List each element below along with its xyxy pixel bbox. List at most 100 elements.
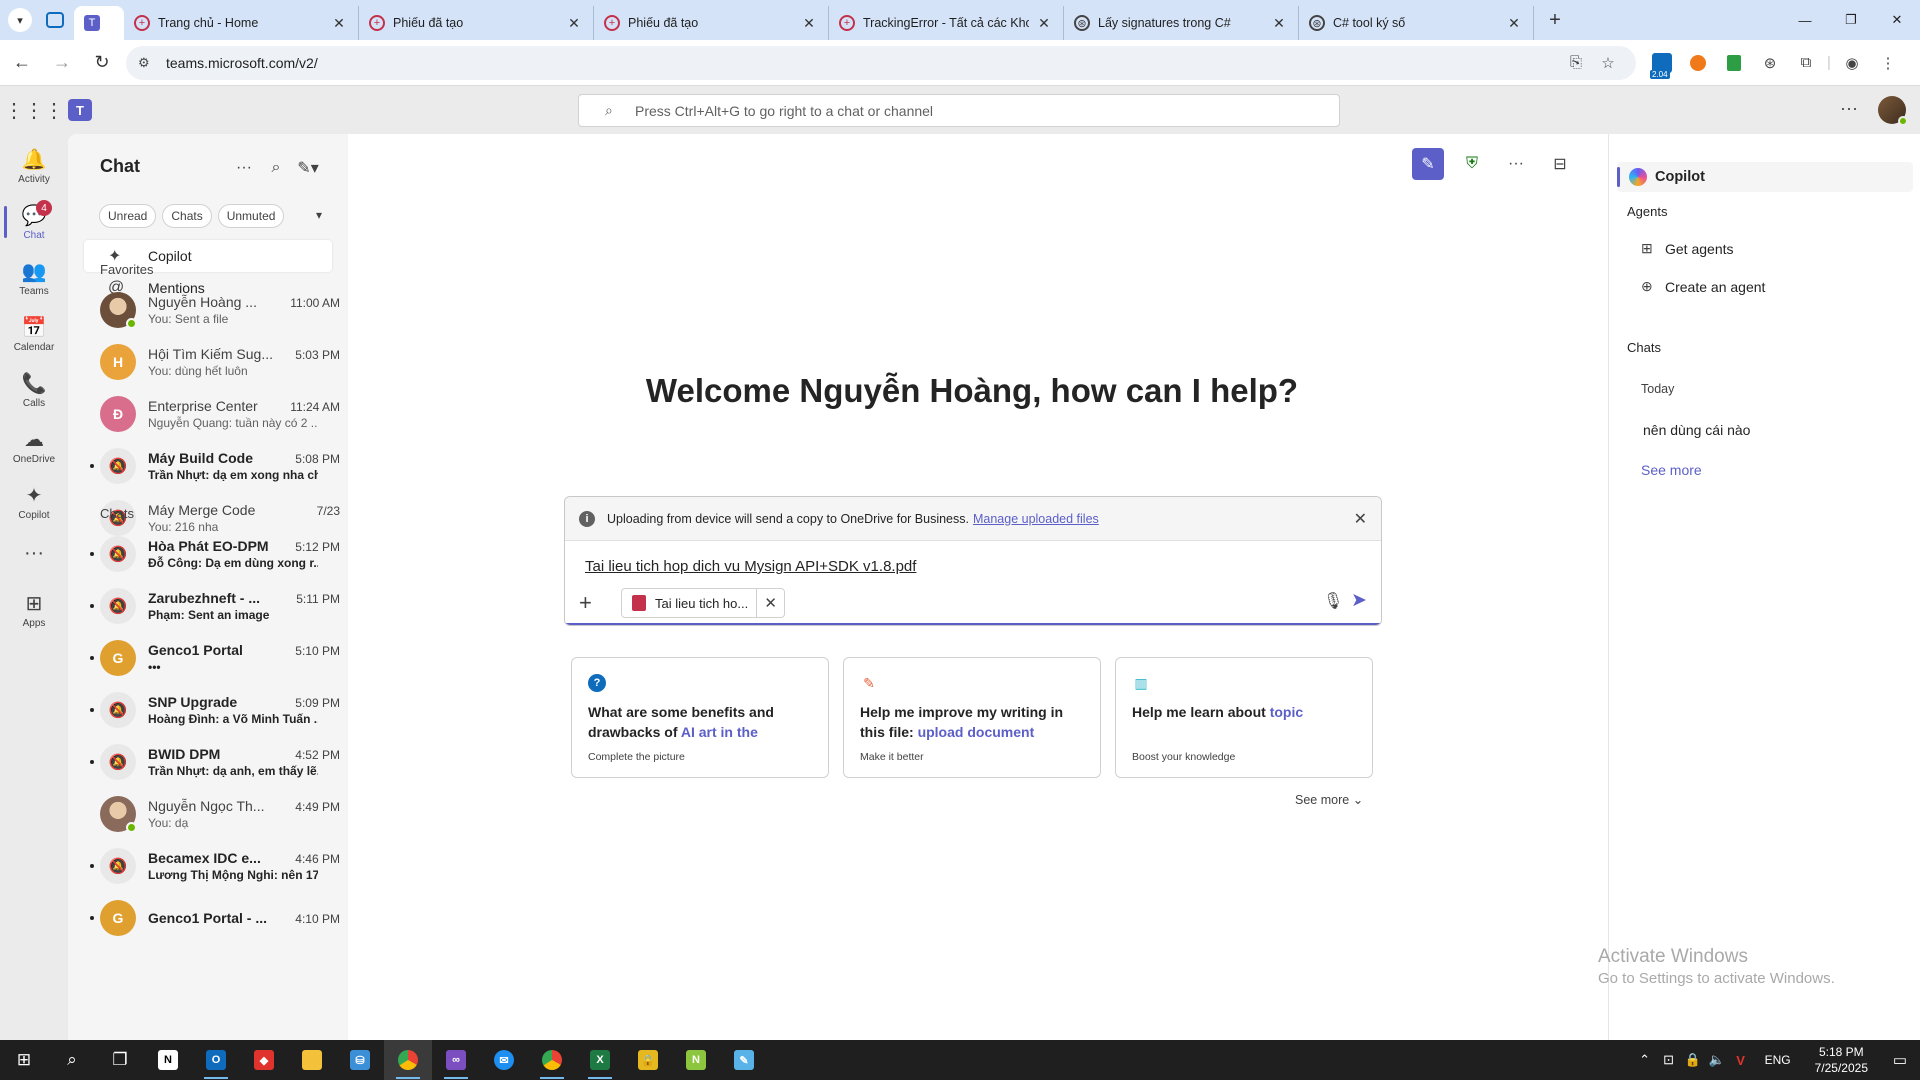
close-tab-icon[interactable]: ✕ (1505, 15, 1523, 32)
tab-teams-active[interactable]: T (74, 6, 124, 40)
rail-item-copilot[interactable]: ✦ Copilot (0, 474, 68, 530)
minimize-button[interactable]: — (1782, 0, 1828, 40)
chrome-profile-icon[interactable] (528, 1040, 576, 1080)
file-explorer-icon[interactable] (288, 1040, 336, 1080)
message-composer[interactable]: i Uploading from device will send a copy… (564, 496, 1382, 626)
profile-icon[interactable]: ◉ (1834, 45, 1870, 81)
draft-message-text[interactable]: Tai lieu tich hop dich vu Mysign API+SDK… (565, 541, 1381, 575)
shield-icon[interactable]: ⛨ (1456, 148, 1488, 180)
chat-list-item[interactable]: 🔕 Hòa Phát EO-DPM 5:12 PM Đỗ Công: Dạ em dù… (84, 528, 340, 580)
browser-tab[interactable]: + TrackingError - Tất cả các Khoản ✕ (829, 6, 1064, 40)
browser-tab[interactable]: ⊛ C# tool ký số ✕ (1299, 6, 1534, 40)
network-app-icon[interactable]: ⛁ (336, 1040, 384, 1080)
close-tab-icon[interactable]: ✕ (330, 15, 348, 32)
rail-item-chat[interactable]: 💬 Chat 4 (0, 194, 68, 250)
user-avatar[interactable] (1878, 96, 1908, 126)
notion-icon[interactable]: N (144, 1040, 192, 1080)
chat-list-item[interactable]: H Hội Tìm Kiếm Sug... 5:03 PM You: dùng hết… (84, 336, 340, 388)
rail-item-onedrive[interactable]: ☁ OneDrive (0, 418, 68, 474)
visual-studio-icon[interactable]: ∞ (432, 1040, 480, 1080)
chrome-icon[interactable] (384, 1040, 432, 1080)
close-tab-icon[interactable]: ✕ (1035, 15, 1053, 32)
app-launcher-icon[interactable]: ⋮⋮⋮ (0, 98, 68, 123)
tab-search-dropdown-icon[interactable]: ▾ (8, 8, 32, 32)
chat-list-item[interactable]: 🔕 SNP Upgrade 5:09 PM Hoàng Đình: a Võ Minh… (84, 684, 340, 736)
maximize-button[interactable]: ❐ (1828, 0, 1874, 40)
search-input[interactable]: ⌕ Press Ctrl+Alt+G to go right to a chat… (578, 94, 1340, 127)
settings-more-icon[interactable]: ··· (1840, 98, 1858, 119)
vietkey-icon[interactable]: V (1729, 1053, 1753, 1068)
more-options-icon[interactable]: ··· (1500, 148, 1532, 180)
browser-tab[interactable]: ⊛ Lấy signatures trong C# ✕ (1064, 6, 1299, 40)
filter-chip-chats[interactable]: Chats (162, 204, 212, 228)
rail-item-more[interactable]: ··· (0, 530, 68, 576)
chat-list-item[interactable]: Đ Enterprise Center 11:24 AM Nguyễn Quang: … (84, 388, 340, 440)
messenger-icon[interactable]: ✉ (480, 1040, 528, 1080)
search-icon[interactable]: ⌕ (48, 1040, 96, 1080)
rail-item-apps[interactable]: ⊞ Apps (0, 582, 68, 638)
copilot-tab-icon[interactable] (40, 5, 70, 35)
openai-extension-icon[interactable]: ⊛ (1752, 45, 1788, 81)
close-window-button[interactable]: ✕ (1874, 0, 1920, 40)
outlook-icon[interactable]: O (192, 1040, 240, 1080)
network-icon[interactable]: ⊡ (1657, 1052, 1681, 1068)
rail-item-calls[interactable]: 📞 Calls (0, 362, 68, 418)
chat-list-item[interactable]: Nguyễn Ngọc Th... 4:49 PM You: dạ (84, 788, 340, 840)
add-attachment-icon[interactable]: + (579, 590, 609, 616)
chat-list-item[interactable]: 🔕 Máy Build Code 5:08 PM Trần Nhựt: dạ em x… (84, 440, 340, 492)
prompt-card[interactable]: ✎ Help me improve my writing in this file… (843, 657, 1101, 778)
browser-menu-icon[interactable]: ⋮ (1870, 45, 1906, 81)
back-button[interactable]: ← (4, 45, 40, 81)
chat-list-item[interactable]: G Genco1 Portal - ... 4:10 PM (84, 892, 340, 944)
browser-tab[interactable]: + Trang chủ - Home ✕ (124, 6, 359, 40)
close-tab-icon[interactable]: ✕ (565, 15, 583, 32)
notifications-icon[interactable]: ▭ (1880, 1051, 1920, 1069)
language-indicator[interactable]: ENG (1765, 1053, 1791, 1067)
notepad-plus-icon[interactable]: N (672, 1040, 720, 1080)
anydesk-icon[interactable]: ◆ (240, 1040, 288, 1080)
close-notice-icon[interactable]: ✕ (1354, 509, 1367, 529)
close-tab-icon[interactable]: ✕ (800, 15, 818, 32)
rail-item-calendar[interactable]: 📅 Calendar (0, 306, 68, 362)
close-tab-icon[interactable]: ✕ (1270, 15, 1288, 32)
see-more-button[interactable]: See more ⌄ (1295, 792, 1363, 807)
clock[interactable]: 5:18 PM 7/25/2025 (1815, 1044, 1868, 1076)
more-options-icon[interactable]: ··· (228, 154, 260, 182)
volume-icon[interactable]: 🔈 (1705, 1052, 1729, 1068)
send-icon[interactable]: ➤ (1351, 589, 1367, 612)
chevron-down-icon[interactable]: ▾ (316, 208, 322, 222)
new-chat-icon[interactable]: ✎▾ (292, 154, 324, 182)
windows-start-icon[interactable]: ⊞ (0, 1040, 48, 1080)
toggle-side-pane-icon[interactable]: ⊟ (1544, 148, 1576, 180)
lock-app-icon[interactable]: 🔒 (624, 1040, 672, 1080)
recent-chat-item[interactable]: nên dùng cái nào (1643, 422, 1750, 438)
filter-search-icon[interactable]: ⌕ (260, 154, 292, 182)
green-extension-icon[interactable] (1716, 45, 1752, 81)
get-agents-item[interactable]: ⊞ Get agents (1641, 240, 1734, 257)
orange-extension-icon[interactable] (1680, 45, 1716, 81)
security-icon[interactable]: 🔒 (1681, 1052, 1705, 1068)
remove-attachment-icon[interactable]: ✕ (756, 589, 784, 617)
microphone-icon[interactable]: 🎙 (1323, 591, 1343, 611)
favorites-heading[interactable]: Favorites (100, 262, 153, 277)
excel-icon[interactable]: X (576, 1040, 624, 1080)
show-hidden-icons-icon[interactable]: ⌃ (1633, 1052, 1657, 1068)
chat-list-item[interactable]: 🔕 Becamex IDC e... 4:46 PM Lương Thị Mộng N… (84, 840, 340, 892)
notepad-icon[interactable]: ✎ (720, 1040, 768, 1080)
side-see-more-link[interactable]: See more (1641, 462, 1702, 478)
extension-badge-icon[interactable]: 2.04 (1644, 45, 1680, 81)
manage-uploaded-files-link[interactable]: Manage uploaded files (973, 512, 1099, 526)
chats-heading[interactable]: Chats (100, 506, 134, 521)
chat-list-item[interactable]: 🔕 Zarubezhneft - ... 5:11 PM Phạm: Sent an … (84, 580, 340, 632)
task-view-icon[interactable]: ❐ (96, 1040, 144, 1080)
puzzle-extensions-icon[interactable]: ⧉ (1788, 45, 1824, 81)
chat-list-item[interactable]: 🔕 BWID DPM 4:52 PM Trần Nhựt: dạ anh, em th… (84, 736, 340, 788)
filter-chip-unread[interactable]: Unread (99, 204, 157, 228)
address-bar[interactable]: ⚙ teams.microsoft.com/v2/ ⎘ ☆ (126, 45, 1636, 80)
forward-button[interactable]: → (44, 45, 80, 81)
prompt-card[interactable]: ▥ Help me learn about topic Boost your kno… (1115, 657, 1373, 778)
browser-tab[interactable]: + Phiếu đã tạo ✕ (594, 6, 829, 40)
bookmark-star-icon[interactable]: ☆ (1592, 54, 1624, 72)
site-info-icon[interactable]: ⚙ (138, 55, 156, 71)
chat-list-item[interactable]: Nguyễn Hoàng ... 11:00 AM You: Sent a file (84, 284, 340, 336)
